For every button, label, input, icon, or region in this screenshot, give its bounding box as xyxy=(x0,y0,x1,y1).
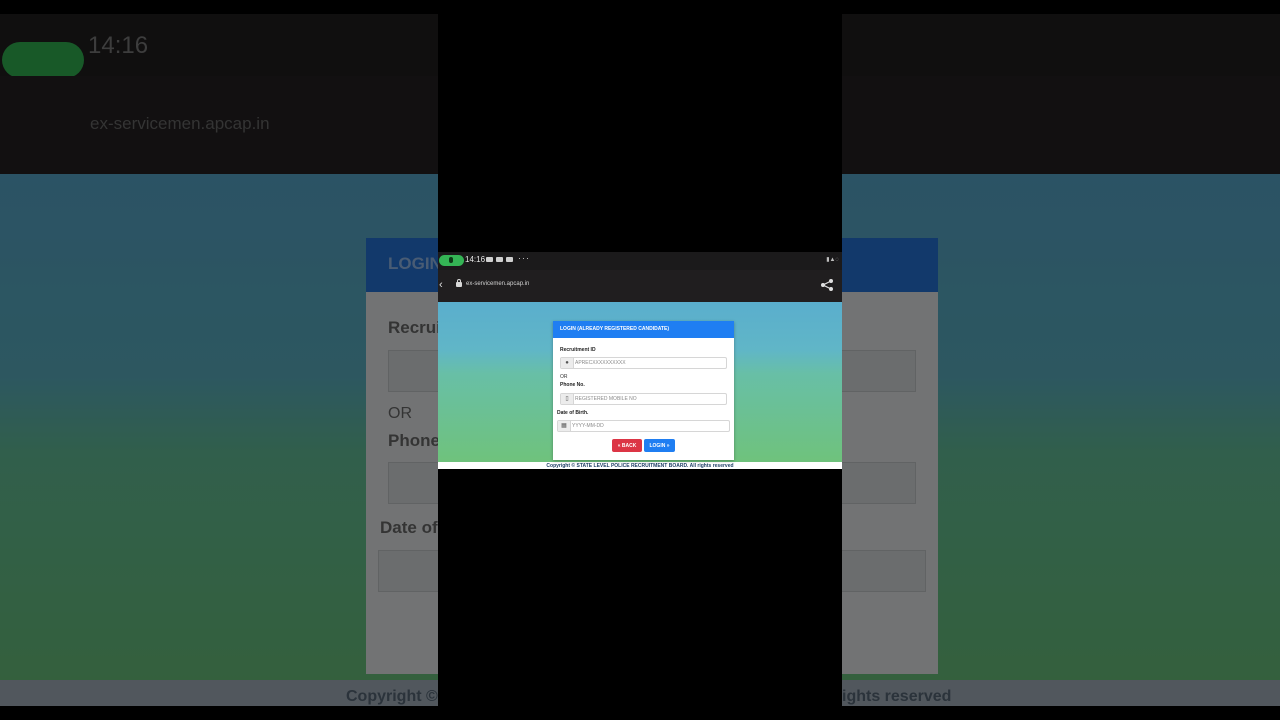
recruitment-id-input[interactable] xyxy=(575,358,715,368)
video-call-icon xyxy=(486,257,493,262)
recruitment-id-field: ● xyxy=(560,357,727,369)
more-notifications-icon: ··· xyxy=(518,253,530,263)
calendar-icon: ▦ xyxy=(558,421,571,431)
phone-screen: 14:16 ··· ▮▲◌ ‹ ex-servicemen.apcap.in C… xyxy=(438,0,842,720)
login-button[interactable]: LOGIN » xyxy=(644,439,675,452)
dob-label: Date of Birth. xyxy=(557,410,589,416)
signal-wifi-icons: ▮▲◌ xyxy=(826,257,839,263)
recruitment-id-label: Recruitment ID xyxy=(560,347,596,353)
dob-field: ▦ xyxy=(557,420,730,432)
phone-label: Phone No. xyxy=(560,382,585,388)
url-text[interactable]: ex-servicemen.apcap.in xyxy=(466,281,529,287)
dob-input[interactable] xyxy=(572,421,712,431)
back-arrow-icon[interactable]: ‹ xyxy=(439,279,443,291)
mic-indicator[interactable] xyxy=(439,255,464,266)
user-icon: ● xyxy=(561,358,574,368)
mic-icon xyxy=(449,257,453,263)
or-separator: OR xyxy=(560,374,568,380)
status-time: 14:16 xyxy=(465,255,486,264)
youtube-icon-2 xyxy=(506,257,513,262)
status-bar: 14:16 ··· ▮▲◌ xyxy=(438,252,842,270)
phone-field: ▯ xyxy=(560,393,727,405)
page-footer: Copyright © STATE LEVEL POLICE RECRUITME… xyxy=(438,462,842,469)
phone-input[interactable] xyxy=(575,394,715,404)
copyright-text: Copyright © STATE LEVEL POLICE RECRUITME… xyxy=(546,463,734,469)
youtube-icon xyxy=(496,257,503,262)
back-button[interactable]: « BACK xyxy=(612,439,642,452)
share-icon[interactable] xyxy=(820,278,834,292)
login-card-title: LOGIN (ALREADY REGISTERED CANDIDATE) xyxy=(553,321,734,338)
mobile-icon: ▯ xyxy=(561,394,574,404)
browser-url-bar: ‹ ex-servicemen.apcap.in xyxy=(438,270,842,302)
lock-icon xyxy=(456,279,462,287)
